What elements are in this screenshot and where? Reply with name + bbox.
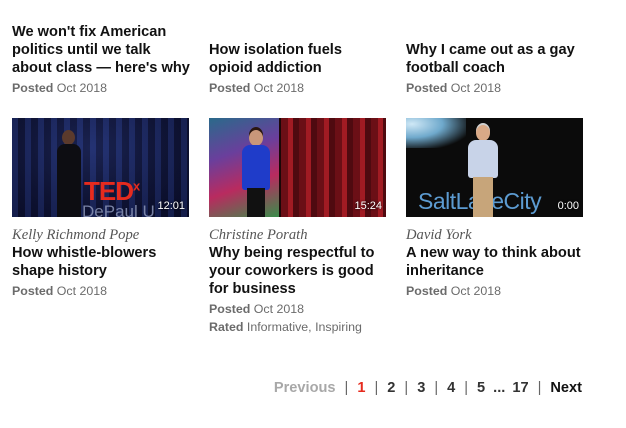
talk-title[interactable]: A new way to think about inheritance (406, 244, 584, 280)
talk-meta: Posted Oct 2018 (209, 79, 387, 97)
speaker-name: Christine Porath (209, 227, 308, 243)
talk-title[interactable]: Why I came out as a gay football coach (406, 41, 584, 77)
page-link[interactable]: 2 (387, 380, 395, 396)
page-link-last[interactable]: 17 (512, 380, 528, 396)
speaker-figure (239, 130, 273, 217)
stage-light (406, 118, 466, 148)
separator: | (434, 380, 439, 396)
posted-date: Oct 2018 (450, 81, 502, 95)
talk-card: SaltLakeCity 0:00 David York A new way t… (406, 118, 584, 300)
talk-card: We won't fix American politics until we … (12, 23, 190, 97)
next-page-link[interactable]: Next (550, 380, 582, 396)
page-link[interactable]: 5 (477, 380, 485, 396)
posted-label: Posted (406, 284, 448, 298)
talk-rating: Rated Informative, Inspiring (209, 318, 387, 336)
posted-date: Oct 2018 (253, 81, 305, 95)
duration-badge: 12:01 (157, 200, 185, 212)
separator: | (404, 380, 409, 396)
talk-title[interactable]: Why being respectful to your coworkers i… (209, 244, 387, 298)
separator: | (537, 380, 542, 396)
posted-label: Posted (209, 302, 251, 316)
talk-meta: Posted Oct 2018 (209, 300, 387, 318)
talk-meta: Posted Oct 2018 (12, 282, 190, 300)
talk-card: 15:24 Christine Porath Why being respect… (209, 118, 387, 336)
posted-date: Oct 2018 (253, 302, 305, 316)
talk-card: TEDx DePaul U 12:01 Kelly Richmond Pope … (12, 118, 190, 300)
page-link[interactable]: 4 (447, 380, 455, 396)
page-link-current[interactable]: 1 (357, 380, 365, 396)
posted-label: Posted (12, 284, 54, 298)
posted-date: Oct 2018 (56, 284, 108, 298)
talk-meta: Posted Oct 2018 (12, 79, 190, 97)
speaker-name: David York (406, 227, 472, 243)
talk-title[interactable]: How isolation fuels opioid addiction (209, 41, 387, 77)
rated-value: Informative, Inspiring (246, 320, 362, 334)
talk-title[interactable]: How whistle-blowers shape history (12, 244, 190, 280)
pagination-ellipsis: ... (493, 380, 506, 396)
talk-meta: Posted Oct 2018 (406, 79, 584, 97)
separator: | (374, 380, 379, 396)
page-link[interactable]: 3 (417, 380, 425, 396)
speaker-figure (54, 130, 84, 217)
talk-card: How isolation fuels opioid addiction Pos… (209, 41, 387, 97)
duration-badge: 15:24 (354, 200, 382, 212)
speaker-figure (466, 125, 500, 217)
talk-thumbnail[interactable]: SaltLakeCity 0:00 (406, 118, 583, 217)
posted-date: Oct 2018 (450, 284, 502, 298)
posted-date: Oct 2018 (56, 81, 108, 95)
duration-badge: 0:00 (557, 200, 579, 212)
talk-thumbnail[interactable]: 15:24 (209, 118, 386, 217)
rated-label: Rated (209, 320, 244, 334)
stage-sign: DePaul U (82, 202, 155, 217)
posted-label: Posted (12, 81, 54, 95)
separator: | (464, 380, 469, 396)
talk-card: Why I came out as a gay football coach P… (406, 41, 584, 97)
talk-thumbnail[interactable]: TEDx DePaul U 12:01 (12, 118, 189, 217)
previous-page-link: Previous (273, 380, 336, 396)
posted-label: Posted (406, 81, 448, 95)
separator: | (344, 380, 349, 396)
talk-title[interactable]: We won't fix American politics until we … (12, 23, 190, 77)
speaker-name: Kelly Richmond Pope (12, 227, 140, 243)
posted-label: Posted (209, 81, 251, 95)
pagination: Previous | 1 | 2 | 3 | 4 | 5 ... 17 | Ne… (274, 378, 582, 398)
talk-meta: Posted Oct 2018 (406, 282, 584, 300)
